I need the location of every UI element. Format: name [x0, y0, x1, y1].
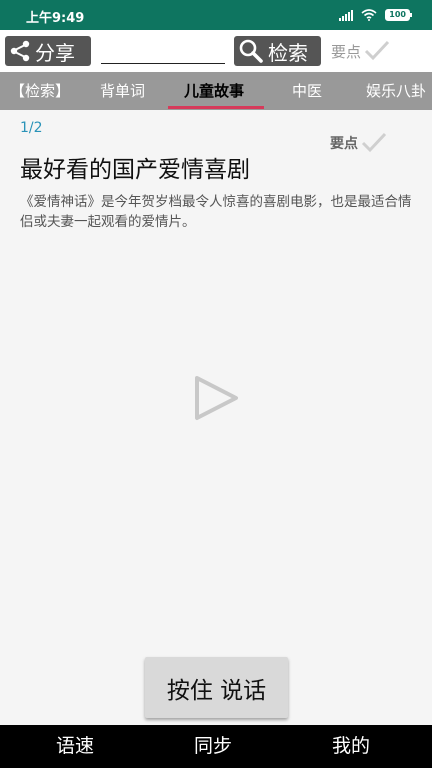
search-button[interactable]: 检索 — [234, 36, 321, 66]
content-area: 1/2 要点 最好看的国产爱情喜剧 《爱情神话》是今年贺岁档最令人惊喜的喜剧电影… — [0, 110, 432, 725]
status-time: 上午9:49 — [26, 11, 85, 26]
tab-chinese-medicine[interactable]: 中医 — [292, 72, 322, 110]
tab-vocabulary[interactable]: 背单词 — [100, 72, 145, 110]
active-tab-indicator — [168, 106, 264, 109]
nav-sync[interactable]: 同步 — [168, 725, 258, 768]
tab-bar: 【检索】 背单词 儿童故事 中医 娱乐八卦 — [0, 72, 432, 110]
push-to-talk-button[interactable]: 按住 说话 — [145, 657, 288, 718]
story-body: 《爱情神话》是今年贺岁档最令人惊喜的喜剧电影，也是最适合情侣或夫妻一起观看的爱情… — [20, 194, 412, 230]
search-icon — [234, 36, 268, 66]
keypoint-label: 要点 — [331, 42, 362, 61]
bottom-nav: 语速 同步 我的 — [0, 725, 432, 768]
share-label: 分享 — [35, 40, 75, 65]
share-icon — [5, 36, 35, 66]
tab-children-stories[interactable]: 儿童故事 — [184, 72, 244, 110]
tab-entertainment[interactable]: 娱乐八卦 — [366, 72, 426, 110]
search-input[interactable] — [101, 38, 225, 64]
toolbar: 分享 检索 要点 — [0, 30, 432, 72]
content-keypoint-label: 要点 — [330, 136, 358, 152]
wifi-icon — [361, 9, 377, 21]
nav-speed[interactable]: 语速 — [30, 725, 120, 768]
story-title: 最好看的国产爱情喜剧 — [20, 157, 250, 183]
check-icon — [364, 40, 390, 61]
search-label: 检索 — [268, 40, 308, 65]
content-keypoint-toggle[interactable]: 要点 — [330, 132, 387, 154]
share-button[interactable]: 分享 — [5, 36, 91, 66]
play-icon[interactable] — [192, 374, 242, 422]
status-bar: 上午9:49 100 — [0, 0, 432, 30]
nav-mine[interactable]: 我的 — [306, 725, 396, 768]
battery-icon: 100 — [385, 9, 412, 21]
check-icon — [361, 132, 387, 153]
keypoint-toggle[interactable]: 要点 — [331, 40, 390, 62]
tab-search[interactable]: 【检索】 — [10, 72, 70, 110]
status-icons: 100 — [339, 9, 412, 21]
signal-icon — [339, 9, 354, 21]
page-indicator: 1/2 — [20, 120, 43, 136]
